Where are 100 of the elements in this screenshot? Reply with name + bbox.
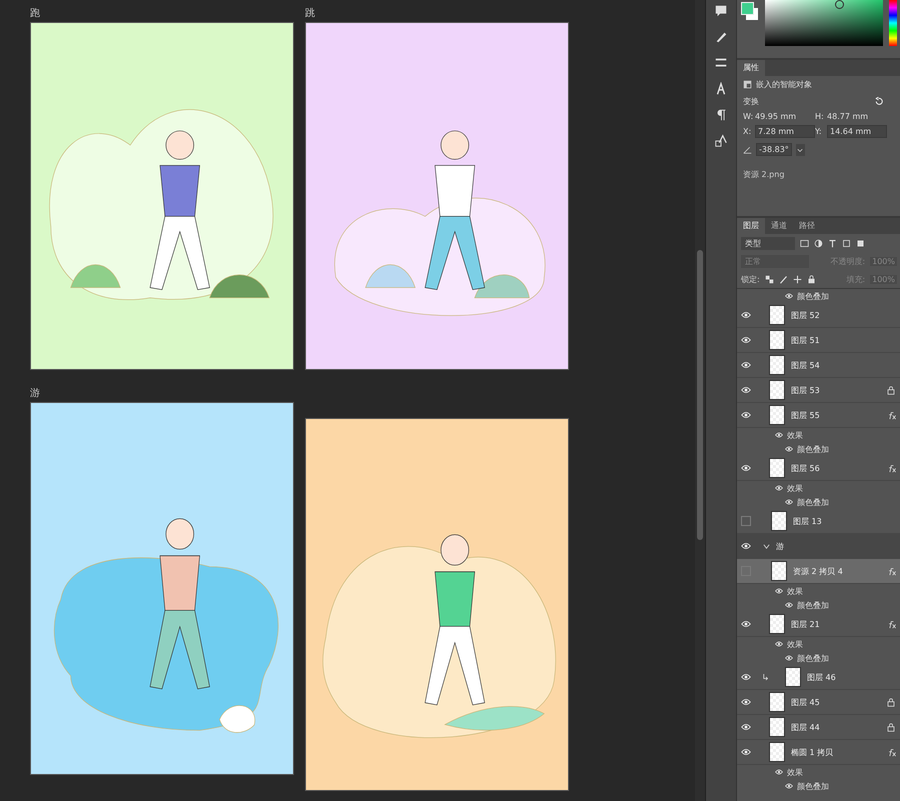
layer-thumbnail bbox=[769, 305, 785, 325]
smart-object-filter-icon[interactable] bbox=[856, 238, 865, 248]
eye-icon[interactable] bbox=[785, 499, 793, 505]
eye-icon[interactable] bbox=[741, 411, 751, 419]
layer-name: 图层 46 bbox=[807, 672, 836, 682]
lock-icon[interactable] bbox=[806, 274, 816, 284]
effects-icon[interactable] bbox=[887, 464, 897, 472]
layer-row[interactable]: 图层 44 bbox=[737, 715, 900, 740]
layer-thumbnail bbox=[785, 667, 801, 687]
y-field[interactable]: 14.64 mm bbox=[827, 125, 887, 138]
effect-name: 颜色叠加 bbox=[797, 496, 829, 508]
panel-tab[interactable]: 通道 bbox=[765, 218, 793, 234]
layer-name: 椭圆 1 拷贝 bbox=[791, 746, 834, 758]
effect-name: 颜色叠加 bbox=[797, 290, 829, 302]
file-name: 资源 2.png bbox=[742, 169, 786, 181]
layer-name: 图层 54 bbox=[791, 360, 820, 370]
effects-label: 效果 bbox=[787, 430, 803, 440]
layer-thumbnail bbox=[769, 330, 785, 350]
artboard-label: 跳 bbox=[305, 6, 315, 21]
panel-tab[interactable]: 图层 bbox=[737, 218, 765, 234]
layer-thumbnail bbox=[769, 717, 785, 737]
caret-icon bbox=[797, 146, 804, 152]
lock-pixels-icon[interactable] bbox=[764, 274, 774, 284]
object-type: 嵌入的智能对象 bbox=[756, 79, 812, 90]
layer-thumbnail bbox=[769, 380, 785, 400]
color-spectrum bbox=[889, 0, 897, 46]
type-filter-icon[interactable] bbox=[828, 238, 837, 248]
eye-icon[interactable] bbox=[785, 783, 793, 789]
effects-icon[interactable] bbox=[887, 620, 897, 628]
eye-icon[interactable] bbox=[741, 361, 751, 369]
eye-icon[interactable] bbox=[741, 311, 751, 319]
visibility-toggle[interactable] bbox=[741, 516, 751, 526]
layer-row[interactable]: 图层 45 bbox=[737, 690, 900, 715]
eye-icon[interactable] bbox=[775, 769, 783, 775]
eye-icon[interactable] bbox=[741, 336, 751, 344]
layer-name: 图层 53 bbox=[791, 384, 820, 396]
layer-name: 图层 55 bbox=[791, 410, 820, 420]
color-field[interactable] bbox=[765, 0, 883, 46]
layer-row[interactable]: 图层 54 bbox=[737, 353, 900, 378]
effects-icon[interactable] bbox=[887, 748, 897, 756]
height-value[interactable]: 48.77 mm bbox=[827, 112, 887, 121]
lock-label: 锁定: bbox=[741, 274, 760, 284]
panel-tab[interactable]: 属性 bbox=[737, 60, 765, 76]
eye-icon[interactable] bbox=[741, 620, 751, 628]
type-icon[interactable] bbox=[714, 82, 728, 96]
layer-thumbnail bbox=[771, 511, 787, 531]
layer-row[interactable]: 图层 56 bbox=[737, 456, 900, 481]
image-filter-icon[interactable] bbox=[800, 238, 809, 248]
color-swatches-drawing[interactable] bbox=[741, 2, 759, 22]
eye-icon[interactable] bbox=[741, 673, 751, 681]
shape-filter-icon[interactable] bbox=[842, 238, 851, 248]
eye-icon[interactable] bbox=[741, 748, 751, 756]
comment-icon[interactable] bbox=[714, 4, 728, 18]
layer-row[interactable]: 椭圆 1 拷贝 bbox=[737, 740, 900, 765]
layer-name: 图层 51 bbox=[791, 334, 820, 346]
layer-row[interactable]: 图层 51 bbox=[737, 328, 900, 353]
layer-thumbnail bbox=[769, 458, 785, 478]
effects-label: 效果 bbox=[787, 638, 803, 650]
angle-field[interactable]: -38.83° bbox=[756, 143, 792, 156]
caret-icon[interactable] bbox=[763, 542, 770, 550]
adjustment-filter-icon[interactable] bbox=[814, 238, 823, 248]
layer-row[interactable]: 图层 55 bbox=[737, 403, 900, 428]
scrollbar[interactable] bbox=[697, 250, 703, 540]
eye-icon[interactable] bbox=[785, 602, 793, 608]
layer-row[interactable]: 图层 53 bbox=[737, 378, 900, 403]
eye-icon[interactable] bbox=[741, 542, 751, 550]
panel-tab[interactable]: 路径 bbox=[793, 218, 821, 234]
move-icon[interactable] bbox=[792, 274, 802, 284]
eye-icon[interactable] bbox=[741, 464, 751, 472]
effect-name: 颜色叠加 bbox=[797, 780, 829, 792]
color-picker-handle[interactable] bbox=[835, 0, 844, 9]
filter-dropdown[interactable]: 类型 bbox=[741, 236, 795, 250]
layer-row[interactable]: 资源 2 拷贝 4 bbox=[737, 559, 900, 584]
layer-row[interactable]: 图层 46 bbox=[737, 665, 900, 690]
layer-group-row[interactable]: 游 bbox=[737, 534, 900, 559]
artboard-label: 游 bbox=[30, 387, 40, 401]
layer-row[interactable]: 图层 21 bbox=[737, 612, 900, 637]
layer-row[interactable]: 图层 52 bbox=[737, 303, 900, 328]
eye-icon[interactable] bbox=[741, 723, 751, 731]
layer-thumbnail bbox=[769, 405, 785, 425]
eye-icon[interactable] bbox=[741, 698, 751, 706]
reset-icon[interactable] bbox=[874, 97, 883, 106]
eye-icon[interactable] bbox=[785, 446, 793, 452]
effects-label: 效果 bbox=[787, 766, 803, 778]
angle-dropdown[interactable] bbox=[796, 144, 805, 156]
eye-icon[interactable] bbox=[785, 293, 793, 299]
layer-thumbnail bbox=[769, 742, 785, 762]
height-label: H: bbox=[815, 112, 825, 121]
x-field[interactable]: 7.28 mm bbox=[755, 125, 815, 138]
eye-icon[interactable] bbox=[741, 386, 751, 394]
effects-label: 效果 bbox=[787, 482, 803, 494]
eye-icon[interactable] bbox=[775, 588, 783, 594]
effect-name: 颜色叠加 bbox=[797, 600, 829, 610]
eye-icon[interactable] bbox=[785, 655, 793, 661]
eye-icon[interactable] bbox=[775, 485, 783, 491]
eye-icon[interactable] bbox=[775, 641, 783, 647]
eye-icon[interactable] bbox=[775, 432, 783, 438]
effects-icon[interactable] bbox=[887, 410, 897, 420]
effects-icon[interactable] bbox=[887, 566, 897, 576]
width-value[interactable]: 49.95 mm bbox=[755, 112, 815, 121]
